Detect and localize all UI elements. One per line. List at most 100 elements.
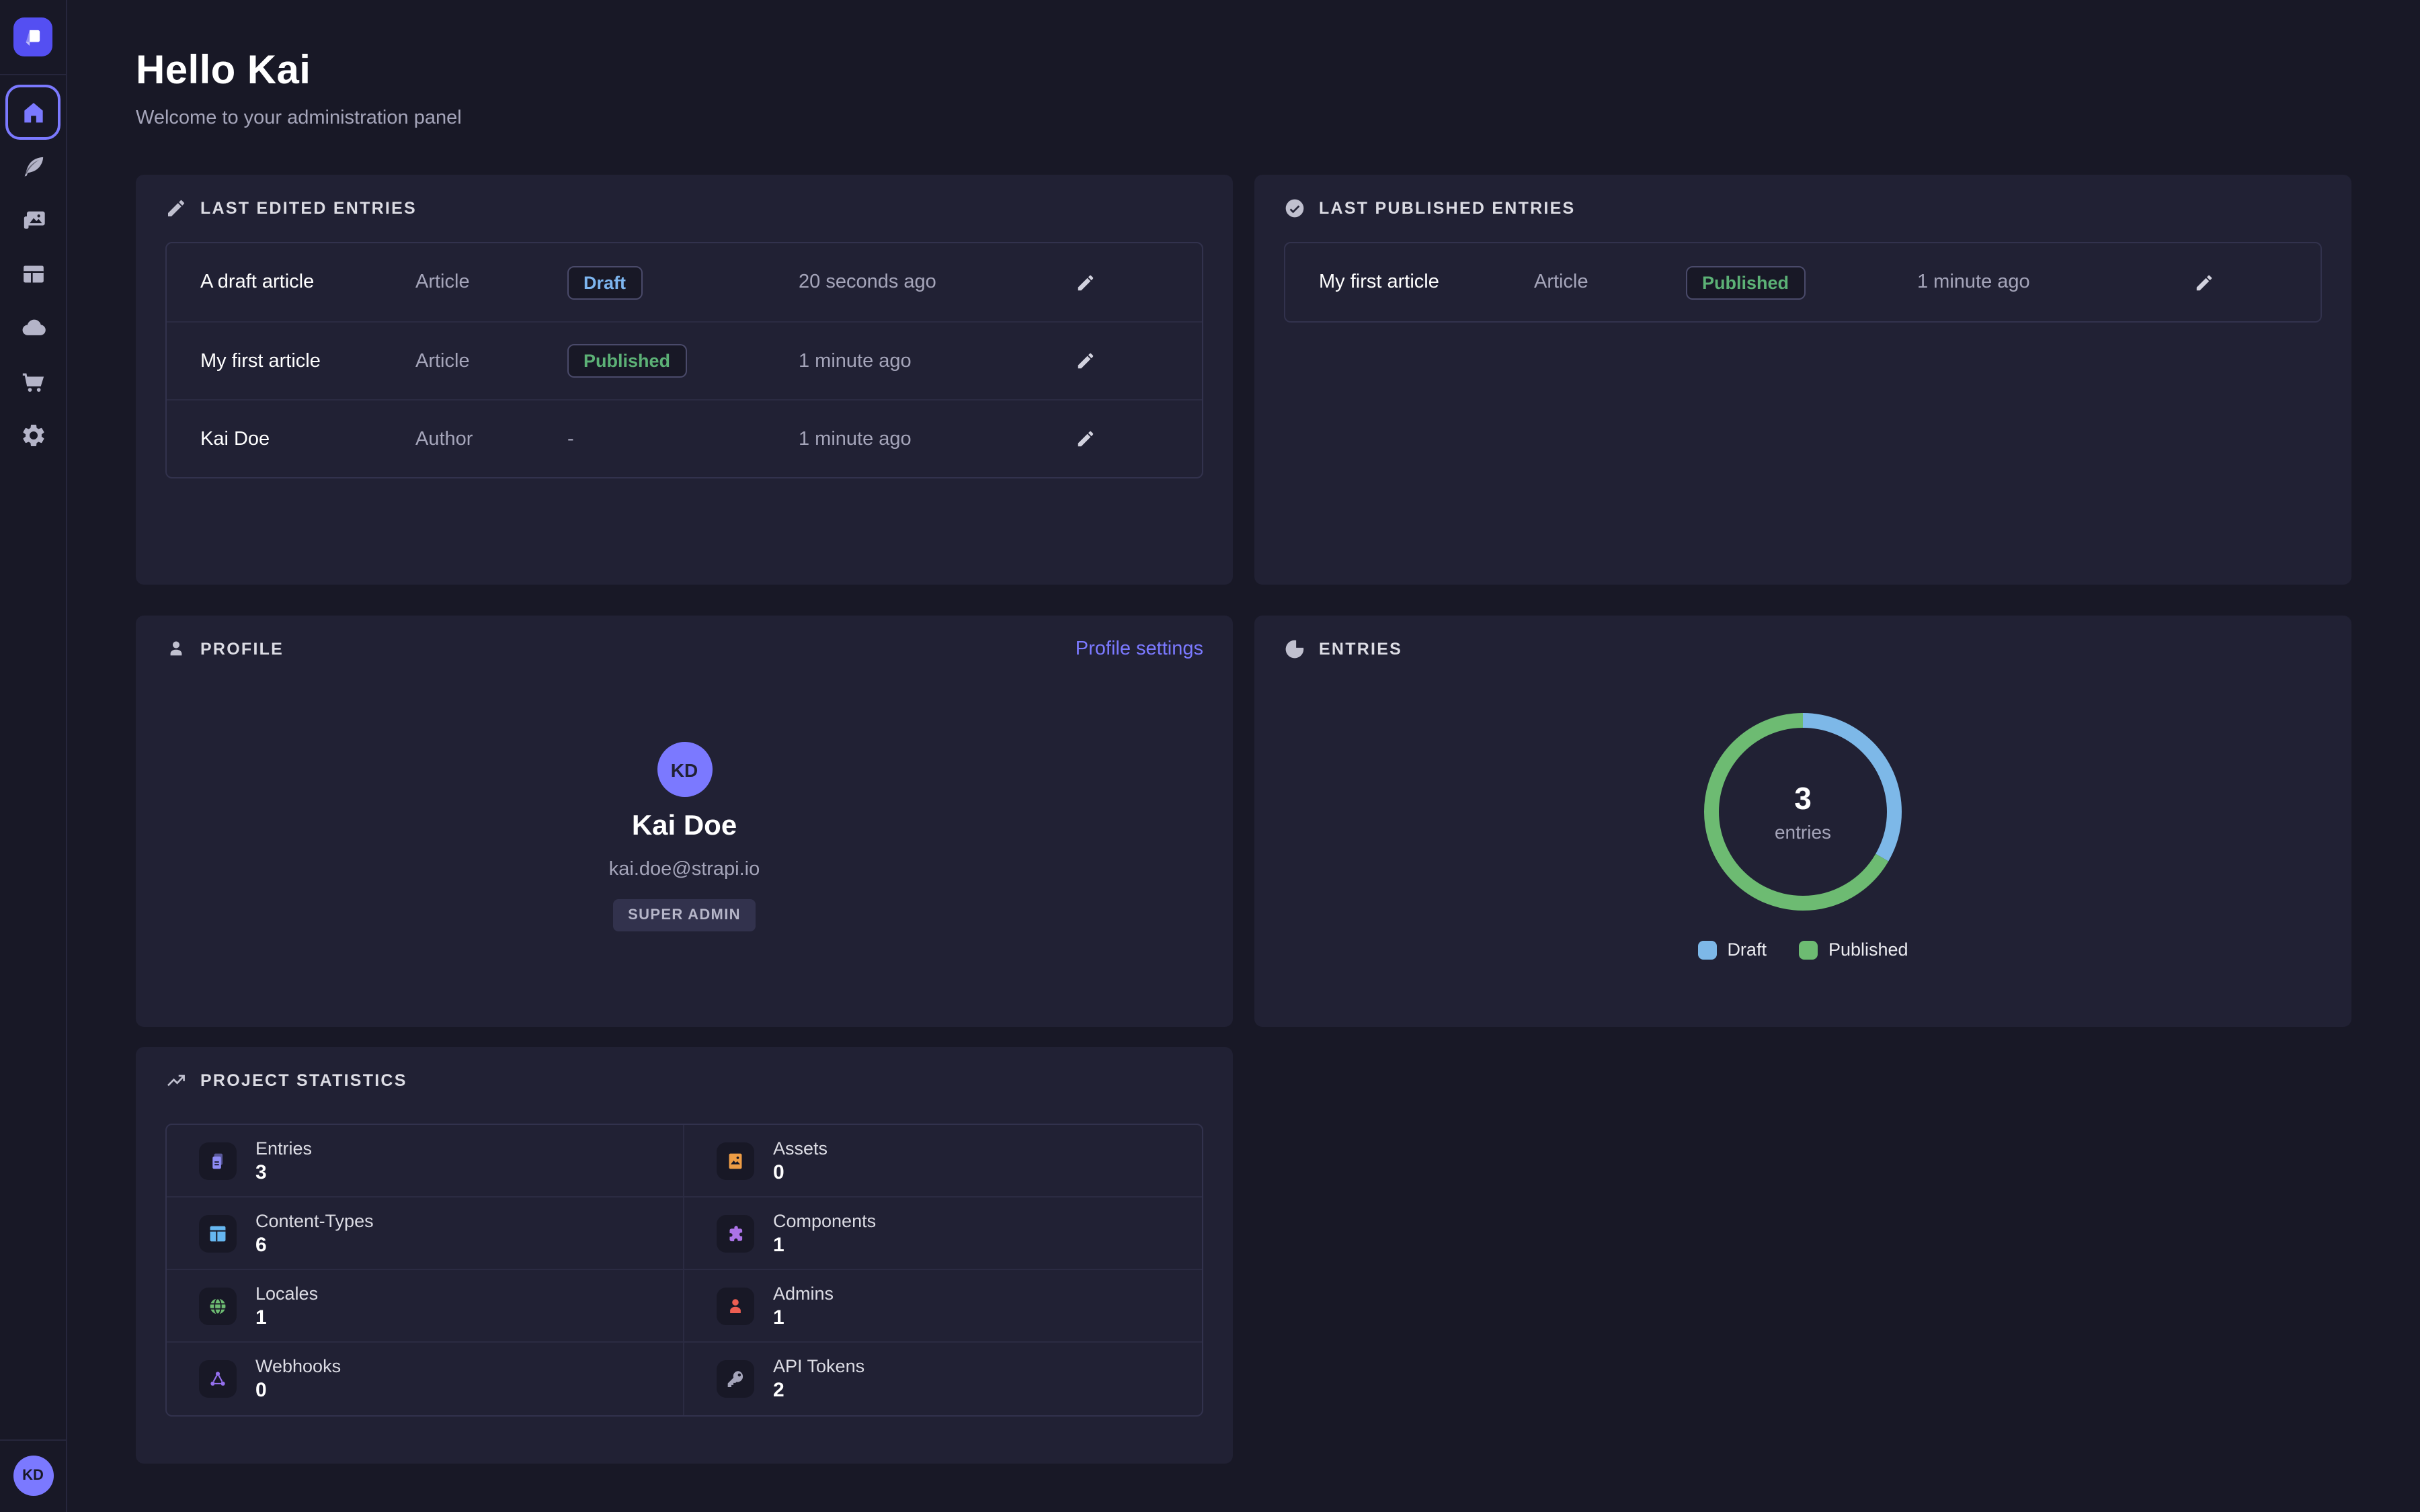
stat-value: 3 (255, 1161, 312, 1183)
image-icon (717, 1142, 754, 1179)
stat-entries: Entries 3 (167, 1125, 684, 1198)
user-avatar[interactable]: KD (13, 1456, 53, 1496)
avatar: KD (657, 742, 712, 797)
stats-grid: Entries 3 Assets 0 (165, 1124, 1203, 1417)
edit-entry-button[interactable] (1063, 261, 1106, 304)
edit-entry-button[interactable] (2182, 261, 2225, 304)
pencil-icon (1075, 351, 1095, 371)
stat-label: Components (773, 1210, 876, 1230)
table-row: My first article Article Published 1 min… (1285, 243, 2321, 321)
feather-icon (19, 153, 46, 180)
panel-title: ENTRIES (1319, 640, 1402, 659)
panel-title: PROFILE (200, 640, 284, 659)
stat-value: 0 (773, 1161, 828, 1183)
cloud-icon (19, 314, 46, 341)
profile-body: KD Kai Doe kai.doe@strapi.io SUPER ADMIN (136, 742, 1233, 931)
panel-title: LAST PUBLISHED ENTRIES (1319, 199, 1576, 218)
legend-label: Published (1828, 939, 1908, 960)
sidebar-item-home[interactable] (5, 85, 61, 140)
page-subtitle: Welcome to your administration panel (136, 108, 462, 129)
legend-swatch-published (1799, 940, 1818, 959)
stat-label: Assets (773, 1138, 828, 1158)
panel-title: LAST EDITED ENTRIES (200, 199, 417, 218)
status-empty: - (567, 428, 799, 450)
pencil-icon (1075, 429, 1095, 449)
panel-title: PROJECT STATISTICS (200, 1071, 407, 1090)
stat-label: Admins (773, 1283, 834, 1303)
stat-value: 1 (773, 1233, 876, 1256)
entry-time: 1 minute ago (1917, 271, 2087, 293)
profile-name: Kai Doe (136, 810, 1233, 843)
layout-icon (19, 261, 46, 288)
sidebar-item-content-manager[interactable] (0, 140, 67, 194)
legend-item-draft: Draft (1697, 939, 1767, 960)
stat-locales: Locales 1 (167, 1270, 684, 1343)
entries-table: A draft article Article Draft 20 seconds… (165, 242, 1203, 478)
stat-admins: Admins 1 (684, 1270, 1202, 1343)
key-icon (717, 1360, 754, 1398)
legend-label: Draft (1727, 939, 1767, 960)
pie-chart-icon (1284, 638, 1305, 660)
sidebar-item-deploy[interactable] (0, 301, 67, 355)
entry-type: Author (415, 428, 567, 450)
profile-email: kai.doe@strapi.io (136, 859, 1233, 880)
check-circle-icon (1284, 198, 1305, 219)
entry-time: 1 minute ago (799, 428, 968, 450)
document-icon (199, 1142, 237, 1179)
stat-webhooks: Webhooks 0 (167, 1343, 684, 1415)
panel-header: LAST EDITED ENTRIES (165, 198, 1203, 219)
sidebar-item-content-type-builder[interactable] (0, 247, 67, 301)
legend-item-published: Published (1799, 939, 1908, 960)
stat-value: 1 (255, 1306, 318, 1329)
stat-label: Content-Types (255, 1210, 374, 1230)
panel-header: PROFILE Profile settings (165, 638, 1203, 660)
sidebar-item-marketplace[interactable] (0, 355, 67, 409)
entry-name: A draft article (200, 271, 415, 293)
stat-value: 6 (255, 1233, 374, 1256)
profile-panel: PROFILE Profile settings KD Kai Doe kai.… (136, 616, 1233, 1027)
table-row: Kai Doe Author - 1 minute ago (167, 399, 1202, 477)
panel-header: PROJECT STATISTICS (165, 1070, 1203, 1091)
strapi-logo-icon[interactable] (13, 17, 52, 56)
status-badge: Published (1686, 265, 1805, 299)
last-edited-entries-panel: LAST EDITED ENTRIES A draft article Arti… (136, 175, 1233, 585)
sidebar-item-settings[interactable] (0, 409, 67, 462)
layout-icon (199, 1214, 237, 1252)
home-icon (19, 99, 46, 126)
sidebar-divider (0, 1439, 67, 1441)
images-icon (19, 207, 46, 234)
entry-time: 20 seconds ago (799, 271, 968, 293)
entry-name: Kai Doe (200, 428, 415, 450)
sidebar-divider (0, 74, 67, 75)
role-badge: SUPER ADMIN (613, 899, 756, 931)
entry-time: 1 minute ago (799, 350, 968, 372)
stat-label: Locales (255, 1283, 318, 1303)
status-badge: Published (567, 344, 686, 378)
project-statistics-panel: PROJECT STATISTICS Entries 3 (136, 1047, 1233, 1464)
edit-entry-button[interactable] (1063, 339, 1106, 382)
person-icon (165, 638, 187, 660)
stat-components: Components 1 (684, 1198, 1202, 1270)
last-published-entries-panel: LAST PUBLISHED ENTRIES My first article … (1254, 175, 2351, 585)
profile-settings-link[interactable]: Profile settings (1076, 638, 1203, 660)
entry-type: Article (415, 271, 567, 293)
stat-value: 2 (773, 1379, 864, 1402)
status-badge: Draft (567, 265, 642, 299)
table-row: My first article Article Published 1 min… (167, 321, 1202, 399)
stat-api-tokens: API Tokens 2 (684, 1343, 1202, 1415)
chart-legend: Draft Published (1254, 939, 2351, 960)
sidebar: KD (0, 0, 67, 1512)
pencil-icon (165, 198, 187, 219)
entry-type: Article (415, 350, 567, 372)
stat-value: 0 (255, 1379, 341, 1402)
admin-dashboard: KD Hello Kai Welcome to your administrat… (0, 0, 2420, 1512)
puzzle-icon (717, 1214, 754, 1252)
entry-name: My first article (1319, 271, 1534, 293)
strapi-logo-glyph (19, 23, 47, 51)
stat-value: 1 (773, 1306, 834, 1329)
edit-entry-button[interactable] (1063, 417, 1106, 460)
entry-type: Article (1534, 271, 1686, 293)
stat-assets: Assets 0 (684, 1125, 1202, 1198)
stat-label: Entries (255, 1138, 312, 1158)
sidebar-item-media-library[interactable] (0, 194, 67, 247)
